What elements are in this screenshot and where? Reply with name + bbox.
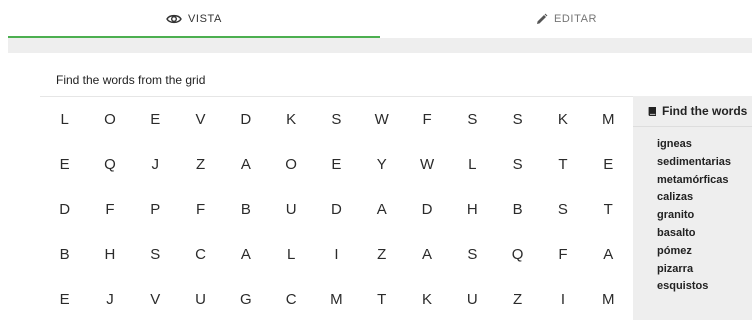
grid-cell[interactable]: S (450, 232, 495, 277)
grid-cell[interactable]: A (359, 187, 404, 232)
grid-cell[interactable]: K (540, 97, 585, 142)
grid-cell[interactable]: V (178, 97, 223, 142)
grid-cell[interactable]: U (450, 277, 495, 322)
word-list: igneas sedimentarias metamórficas calizas gr… (633, 127, 752, 296)
tab-editar[interactable]: EDITAR (380, 0, 752, 38)
grid-cell[interactable]: Z (495, 277, 540, 322)
word-list-item: granito (657, 209, 695, 222)
tab-underbar (8, 38, 752, 53)
grid-cell[interactable]: M (586, 277, 631, 322)
grid-cell[interactable]: A (586, 232, 631, 277)
view-tabs: VISTA EDITAR (8, 0, 752, 38)
grid-cell[interactable]: G (223, 277, 268, 322)
grid-cell[interactable]: T (359, 277, 404, 322)
grid-cell[interactable]: L (42, 97, 87, 142)
grid-cell[interactable]: J (133, 142, 178, 187)
grid-cell[interactable]: M (586, 97, 631, 142)
word-list-item: esquistos (657, 280, 709, 293)
grid-cell[interactable]: S (450, 97, 495, 142)
grid-cell[interactable]: B (495, 187, 540, 232)
pencil-icon (535, 13, 548, 26)
grid-cell[interactable]: E (586, 142, 631, 187)
grid-cell[interactable]: O (87, 97, 132, 142)
grid-cell[interactable]: T (540, 142, 585, 187)
grid-cell[interactable]: P (133, 187, 178, 232)
grid-cell[interactable]: S (314, 97, 359, 142)
grid-cell[interactable]: F (87, 187, 132, 232)
grid-cell[interactable]: Z (359, 232, 404, 277)
word-list-item: basalto (657, 226, 696, 239)
grid-cell[interactable]: E (42, 142, 87, 187)
grid-cell[interactable]: U (178, 277, 223, 322)
grid-cell[interactable]: D (314, 187, 359, 232)
grid-cell[interactable]: L (268, 232, 313, 277)
grid-cell[interactable]: C (268, 277, 313, 322)
word-list-item: sedimentarias (657, 155, 731, 168)
word-list-panel: Find the words igneas sedimentarias metamó… (633, 96, 752, 320)
word-list-item: metamórficas (657, 173, 729, 186)
word-list-item: pizarra (657, 262, 694, 275)
tab-editar-label: EDITAR (553, 13, 598, 25)
word-list-item: pómez (657, 244, 692, 257)
grid-cell[interactable]: S (133, 232, 178, 277)
tab-vista-label: VISTA (188, 13, 222, 25)
grid-cell[interactable]: S (495, 142, 540, 187)
grid-cell[interactable]: I (540, 277, 585, 322)
book-icon (647, 106, 658, 117)
tab-vista[interactable]: VISTA (8, 0, 380, 38)
grid-cell[interactable]: S (495, 97, 540, 142)
grid-cell[interactable]: E (314, 142, 359, 187)
grid-cell[interactable]: D (223, 97, 268, 142)
grid-cell[interactable]: H (87, 232, 132, 277)
grid-cell[interactable]: Q (495, 232, 540, 277)
grid-cell[interactable]: A (223, 142, 268, 187)
grid-cell[interactable]: E (133, 97, 178, 142)
grid-cell[interactable]: I (314, 232, 359, 277)
grid-cell[interactable]: H (450, 187, 495, 232)
grid-cell[interactable]: D (42, 187, 87, 232)
eye-icon (166, 13, 182, 25)
grid-cell[interactable]: Q (87, 142, 132, 187)
grid-cell[interactable]: D (404, 187, 449, 232)
grid-cell[interactable]: C (178, 232, 223, 277)
word-grid: LOEVDKSWFSSKMEQJZAOEYWLSTEDFPFBUDADHBSTB… (40, 96, 633, 321)
grid-cell[interactable]: E (42, 277, 87, 322)
grid-cell[interactable]: J (87, 277, 132, 322)
instructions-text: Find the words from the grid (56, 73, 206, 87)
grid-cell[interactable]: F (404, 97, 449, 142)
grid-cell[interactable]: U (268, 187, 313, 232)
grid-cell[interactable]: M (314, 277, 359, 322)
grid-cell[interactable]: L (450, 142, 495, 187)
grid-cell[interactable]: B (42, 232, 87, 277)
grid-cell[interactable]: B (223, 187, 268, 232)
grid-cell[interactable]: A (223, 232, 268, 277)
grid-cell[interactable]: F (540, 232, 585, 277)
grid-cell[interactable]: K (268, 97, 313, 142)
grid-cell[interactable]: A (404, 232, 449, 277)
word-list-item: igneas (657, 138, 692, 150)
word-list-item: calizas (657, 191, 694, 204)
grid-cell[interactable]: O (268, 142, 313, 187)
grid-cell[interactable]: V (133, 277, 178, 322)
grid-cell[interactable]: Z (178, 142, 223, 187)
grid-cell[interactable]: W (404, 142, 449, 187)
word-list-header: Find the words (633, 96, 752, 127)
grid-cell[interactable]: F (178, 187, 223, 232)
grid-cell[interactable]: T (586, 187, 631, 232)
grid-cell[interactable]: Y (359, 142, 404, 187)
grid-cell[interactable]: W (359, 97, 404, 142)
grid-cell[interactable]: S (540, 187, 585, 232)
grid-cell[interactable]: K (404, 277, 449, 322)
word-list-title: Find the words (662, 104, 748, 118)
